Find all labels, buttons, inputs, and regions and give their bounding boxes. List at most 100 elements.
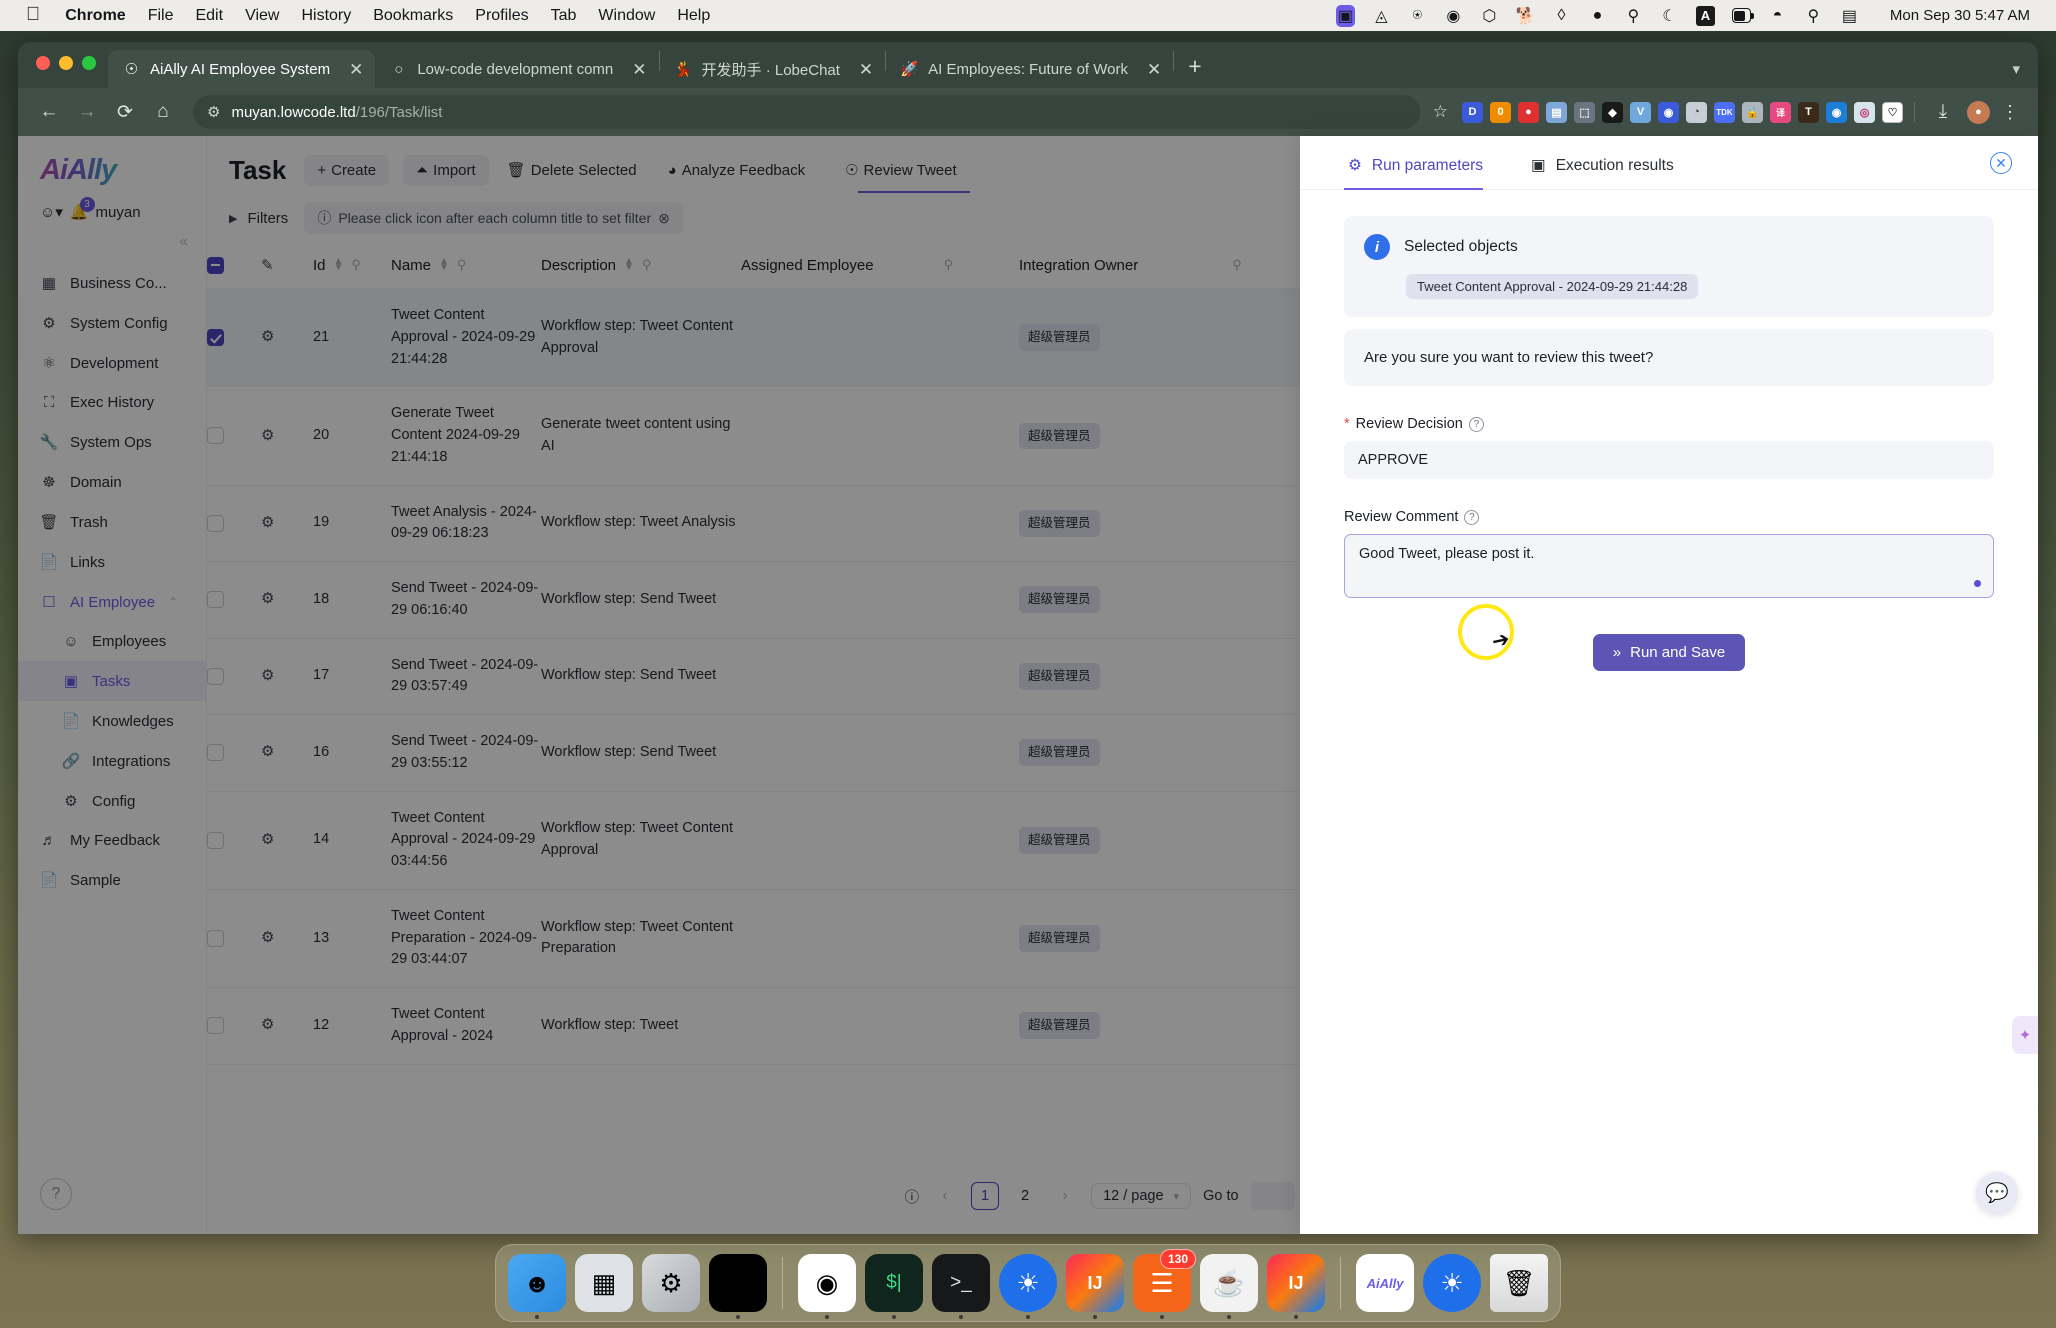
row-checkbox-cell[interactable] xyxy=(207,386,261,486)
info-icon[interactable]: ⓘ xyxy=(905,1186,920,1207)
row-checkbox-cell[interactable] xyxy=(207,485,261,562)
intellij-idea-2-icon[interactable]: IJ xyxy=(1267,1254,1325,1319)
tab-execution-results[interactable]: ▣ Execution results xyxy=(1527,156,1692,189)
extension-icon-blue-o[interactable]: ◉ xyxy=(1826,101,1847,123)
row-checkbox-cell[interactable] xyxy=(207,288,261,388)
row-checkbox-cell[interactable] xyxy=(207,638,261,715)
row-checkbox-cell[interactable] xyxy=(207,889,261,989)
forward-button[interactable]: → xyxy=(70,95,104,129)
sidebar-item-development[interactable]: ⚛ Development xyxy=(18,343,206,383)
new-tab-button[interactable]: + xyxy=(1188,53,1201,80)
home-button[interactable]: ⌂ xyxy=(146,95,180,129)
import-button[interactable]: ⏶ Import xyxy=(403,154,489,186)
battery-icon[interactable] xyxy=(1731,6,1754,25)
create-button[interactable]: + Create xyxy=(304,154,390,186)
selected-object-chip[interactable]: Tweet Content Approval - 2024-09-29 21:4… xyxy=(1406,274,1699,299)
extension-icon-t[interactable]: T xyxy=(1798,101,1819,123)
row-checkbox-cell[interactable] xyxy=(207,714,261,792)
row-checkbox[interactable] xyxy=(207,329,224,347)
menu-item-bookmarks[interactable]: Bookmarks xyxy=(362,7,464,25)
prev-page-button[interactable]: ‹ xyxy=(931,1182,959,1210)
sidebar-item-exec-history[interactable]: ⛶ Exec History xyxy=(18,383,206,422)
search-icon[interactable]: ⚲ xyxy=(1804,6,1823,25)
gear-icon[interactable]: ⚙ xyxy=(261,1016,274,1033)
gear-icon[interactable]: ⚙ xyxy=(261,831,274,848)
page-button-2[interactable]: 2 xyxy=(1011,1182,1039,1210)
cube-icon[interactable]: ⬠ xyxy=(709,1254,767,1319)
extension-icon-window[interactable]: ▤ xyxy=(1546,101,1567,123)
extension-icon-target[interactable]: ◎ xyxy=(1854,101,1875,123)
download-icon[interactable]: ⤓ xyxy=(1926,95,1960,129)
select-all-checkbox[interactable] xyxy=(207,256,224,274)
search-icon[interactable]: ⚲ xyxy=(642,257,652,273)
row-checkbox[interactable] xyxy=(207,1017,224,1035)
row-settings-cell[interactable]: ⚙ xyxy=(261,561,313,639)
bookmark-star-icon[interactable]: ☆ xyxy=(1433,102,1448,122)
wifi-icon[interactable]: ◓ xyxy=(1768,6,1787,25)
window-traffic-lights[interactable] xyxy=(36,56,96,70)
chrome-icon[interactable]: ◉ xyxy=(798,1254,856,1319)
gear-icon[interactable]: ⚙ xyxy=(261,514,274,531)
menu-item-history[interactable]: History xyxy=(290,7,362,25)
dropbox-icon[interactable]: ◬ xyxy=(1372,6,1391,25)
chrome-menu-icon[interactable]: ⋮ xyxy=(1997,102,2024,123)
row-checkbox[interactable] xyxy=(207,514,224,532)
ghost-icon[interactable]: ● xyxy=(1588,6,1607,25)
sidebar-item-ai-employee[interactable]: ☐ AI Employee ⌃ xyxy=(18,582,206,622)
sidebar-item-system-config[interactable]: ⚙ System Config xyxy=(18,303,206,343)
menu-item-help[interactable]: Help xyxy=(666,7,721,25)
extension-icon-tdk[interactable]: TDK xyxy=(1714,101,1735,123)
page-settings-icon[interactable]: ⚙ xyxy=(207,103,220,121)
close-icon[interactable]: ✕ xyxy=(859,61,873,78)
menu-item-edit[interactable]: Edit xyxy=(184,7,234,25)
column-header-assigned-employee[interactable]: Assigned Employee ⚲ xyxy=(741,246,1019,289)
sidebar-item-my-feedback[interactable]: ♬ My Feedback xyxy=(18,821,206,860)
analyze-feedback-button[interactable]: ◕ Analyze Feedback xyxy=(664,155,818,186)
row-settings-cell[interactable]: ⚙ xyxy=(261,889,313,989)
system-settings-icon[interactable]: ⚙ xyxy=(642,1254,700,1312)
browser-tab-1[interactable]: ☉ AiAlly AI Employee System ✕ xyxy=(108,50,376,88)
feishu-icon[interactable]: ☰ 130 xyxy=(1133,1249,1196,1319)
gear-icon[interactable]: ⚙ xyxy=(261,590,274,607)
gear-icon[interactable]: ⚙ xyxy=(261,743,274,760)
sort-icon[interactable]: ▲ ▼ xyxy=(334,256,344,273)
cloud-icon[interactable]: ◊ xyxy=(1552,6,1571,25)
java-icon[interactable]: ☕ xyxy=(1200,1254,1258,1319)
shield-icon[interactable]: ⍟ xyxy=(1408,6,1427,25)
apple-menu-icon[interactable]:  xyxy=(26,5,40,24)
goto-page-input[interactable] xyxy=(1250,1182,1295,1210)
row-checkbox-cell[interactable] xyxy=(207,791,261,890)
row-settings-cell[interactable]: ⚙ xyxy=(261,791,313,890)
extension-icon-ghost[interactable]: ◔ xyxy=(1686,101,1707,123)
sidebar-item-tasks[interactable]: ▣ Tasks xyxy=(18,661,206,701)
maximize-window-button[interactable] xyxy=(82,56,96,70)
search-icon[interactable]: ⚲ xyxy=(457,257,467,273)
address-bar[interactable]: ⚙ muyan.lowcode.ltd/196/Task/list xyxy=(193,95,1420,129)
resize-handle[interactable] xyxy=(1974,580,1981,587)
search-icon[interactable]: ⚲ xyxy=(1232,257,1242,273)
row-settings-cell[interactable]: ⚙ xyxy=(261,987,313,1065)
extension-icon-crop[interactable]: ⬚ xyxy=(1574,101,1595,123)
menu-bar-clock[interactable]: Mon Sep 30 5:47 AM xyxy=(1890,7,2030,24)
review-tweet-button[interactable]: ☉ Review Tweet xyxy=(832,154,970,193)
delete-selected-button[interactable]: 🗑 Delete Selected xyxy=(503,154,650,186)
extension-icon-0[interactable]: 0 xyxy=(1490,101,1511,123)
menu-item-chrome[interactable]: Chrome xyxy=(54,7,136,25)
iterm-icon[interactable]: >_ xyxy=(932,1254,990,1319)
row-checkbox[interactable] xyxy=(207,929,224,947)
collapse-sidebar-button[interactable]: « xyxy=(18,227,206,263)
key-icon[interactable]: ⚲ xyxy=(1624,6,1643,25)
sidebar-item-business-co[interactable]: ▦ Business Co... xyxy=(18,263,206,303)
tab-run-parameters[interactable]: ⚙ Run parameters xyxy=(1344,156,1501,190)
box-icon[interactable]: ⬡ xyxy=(1480,6,1499,25)
help-button[interactable]: ? xyxy=(40,1178,72,1210)
chevron-up-icon[interactable]: ⌃ xyxy=(168,595,178,609)
extension-icon-lock[interactable]: 🔒 xyxy=(1742,101,1763,123)
menu-item-window[interactable]: Window xyxy=(587,7,666,25)
user-icon[interactable]: ☺▾ xyxy=(40,203,63,221)
extension-icon-d[interactable]: D xyxy=(1462,101,1483,123)
extension-icon-dark[interactable]: ◆ xyxy=(1602,101,1623,123)
filters-toggle[interactable]: ▶ Filters xyxy=(229,210,288,227)
chat-bubble-icon[interactable]: 💬 xyxy=(1976,1172,2018,1214)
column-header-id[interactable]: Id ▲ ▼ ⚲ xyxy=(313,246,391,289)
